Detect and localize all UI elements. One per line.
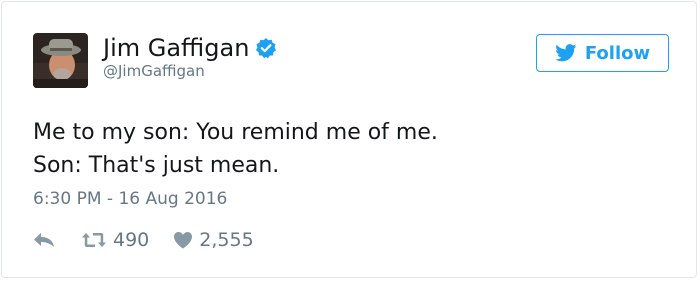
retweet-icon [82, 233, 106, 247]
like-count: 2,555 [199, 229, 254, 251]
user-name-row: Jim Gaffigan [103, 33, 277, 63]
tweet-text-line: Me to my son: You remind me of me. [33, 120, 438, 145]
tweet-timestamp[interactable]: 6:30 PM - 16 Aug 2016 [33, 189, 227, 209]
retweet-button[interactable]: 490 [81, 229, 149, 251]
verified-badge-icon [255, 37, 277, 59]
retweet-count: 490 [113, 229, 150, 251]
follow-label: Follow [584, 42, 651, 64]
twitter-bird-icon [555, 44, 577, 62]
avatar-image [33, 33, 88, 88]
display-name[interactable]: Jim Gaffigan [103, 34, 249, 62]
reply-button[interactable] [33, 232, 55, 248]
avatar[interactable] [33, 33, 88, 88]
heart-icon [174, 232, 193, 249]
tweet-card: Jim Gaffigan @JimGaffigan Follow Me to m… [1, 1, 697, 278]
tweet-actions: 490 2,555 [33, 228, 254, 252]
user-handle[interactable]: @JimGaffigan [103, 62, 205, 80]
follow-button[interactable]: Follow [536, 34, 669, 72]
like-button[interactable]: 2,555 [173, 229, 254, 251]
tweet-text: Me to my son: You remind me of me. Son: … [33, 116, 438, 182]
reply-icon [34, 233, 54, 247]
tweet-text-line: Son: That's just mean. [33, 153, 280, 178]
